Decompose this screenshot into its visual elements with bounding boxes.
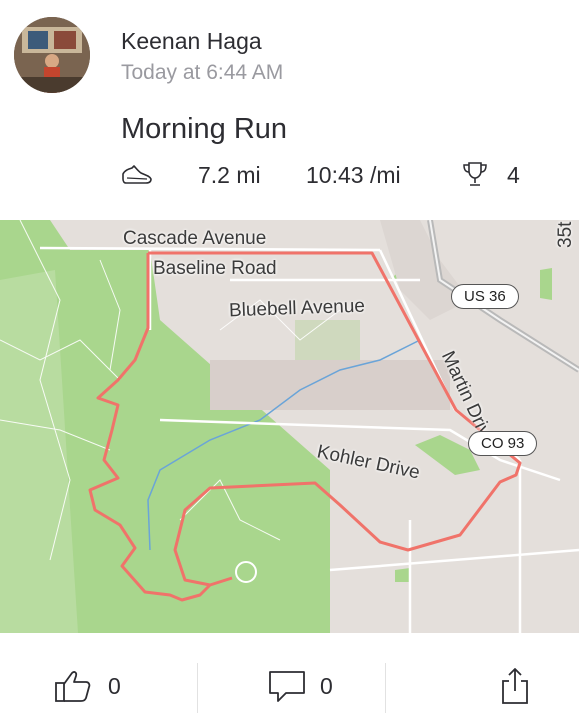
thumbs-up-icon [55, 671, 91, 702]
map-label-baseline: Baseline Road [153, 258, 277, 279]
action-divider [385, 663, 386, 713]
action-bar: 0 0 [0, 633, 579, 726]
pace-value: 10:43 /mi [306, 162, 401, 188]
achievement-count: 4 [507, 162, 520, 188]
co93-shield: CO 93 [468, 431, 538, 456]
trophy-icon [463, 162, 487, 186]
comment-button[interactable]: 0 [268, 669, 333, 703]
shoe-icon [122, 165, 152, 184]
comment-icon [269, 671, 305, 702]
athlete-name[interactable]: Keenan Haga [121, 28, 262, 55]
kudos-button[interactable]: 0 [54, 669, 121, 703]
distance-value: 7.2 mi [198, 162, 261, 188]
kudos-count: 0 [108, 672, 121, 699]
activity-title[interactable]: Morning Run [121, 113, 287, 146]
share-button[interactable] [500, 668, 530, 704]
share-icon [502, 668, 528, 704]
action-divider [197, 663, 198, 713]
comment-count: 0 [320, 672, 333, 699]
route-map[interactable]: Cascade Avenue Baseline Road Bluebell Av… [0, 220, 579, 633]
activity-stats: 7.2 mi 10:43 /mi 4 [121, 160, 561, 192]
activity-timestamp: Today at 6:44 AM [121, 61, 284, 84]
us36-shield: US 36 [451, 284, 519, 309]
activity-header: Keenan Haga Today at 6:44 AM Morning Run… [0, 0, 579, 210]
map-label-cascade: Cascade Avenue [123, 228, 267, 249]
map-label-35th: 35t [555, 221, 576, 248]
avatar[interactable] [14, 17, 90, 93]
